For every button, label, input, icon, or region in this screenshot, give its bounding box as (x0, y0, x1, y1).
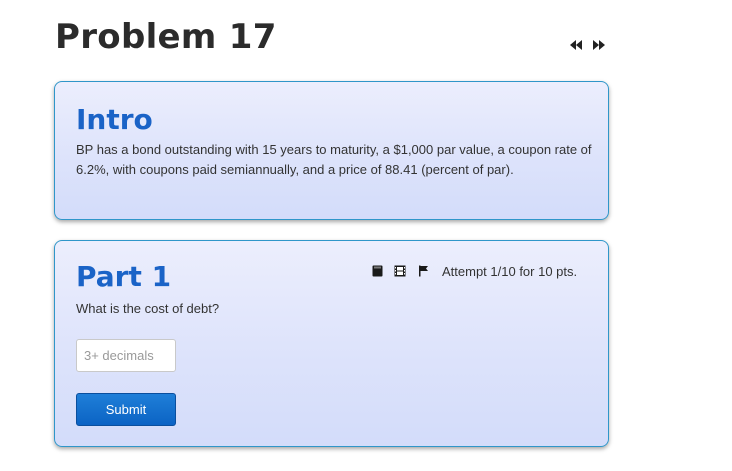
answer-input[interactable] (76, 339, 176, 372)
problem-navigation (568, 37, 606, 52)
submit-button[interactable]: Submit (76, 393, 176, 426)
question-text: What is the cost of debt? (76, 301, 220, 316)
part-1-heading: Part 1 (76, 260, 172, 293)
intro-card: Intro BP has a bond outstanding with 15 … (54, 81, 609, 220)
part-1-card: Part 1 Attempt 1/10 for 10 pts. What is … (54, 240, 609, 447)
film-icon[interactable] (394, 265, 406, 277)
intro-text: BP has a bond outstanding with 15 years … (76, 142, 592, 177)
intro-heading: Intro (76, 103, 153, 136)
page-title: Problem 17 (55, 17, 277, 57)
previous-icon[interactable] (568, 37, 583, 52)
attempt-status: Attempt 1/10 for 10 pts. (442, 263, 578, 279)
part-tools: Attempt 1/10 for 10 pts. (371, 263, 577, 279)
book-icon[interactable] (371, 265, 383, 277)
next-icon[interactable] (591, 37, 606, 52)
flag-icon[interactable] (417, 265, 429, 277)
